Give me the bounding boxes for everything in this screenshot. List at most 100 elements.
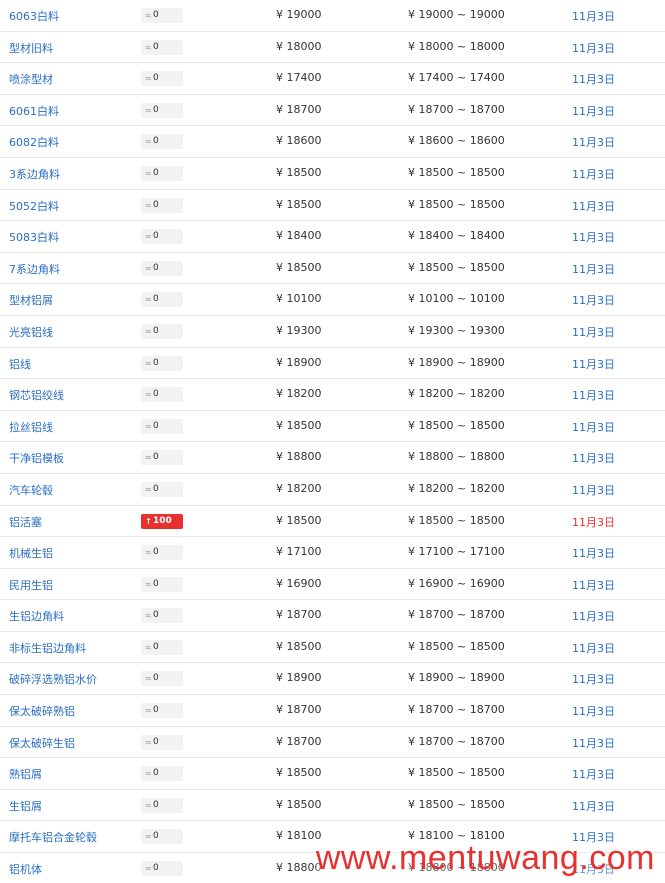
change-badge: ≈0	[141, 39, 183, 55]
change-value: 0	[153, 167, 159, 178]
price-date: 11月3日	[572, 483, 615, 497]
material-name-link[interactable]: 7系边角料	[9, 261, 60, 277]
price-date: 11月3日	[572, 167, 615, 181]
flat-change-icon: ≈	[145, 11, 152, 20]
change-badge: ≈0	[141, 766, 183, 782]
flat-change-icon: ≈	[145, 295, 152, 305]
change-badge: ≈0	[141, 481, 183, 497]
material-name-link[interactable]: 非标生铝边角料	[9, 640, 86, 656]
table-row: 保太破碎生铝 ≈0 ¥ 18700 ¥ 18700 ~ 18700 11月3日	[0, 726, 665, 759]
change-value: 0	[153, 736, 159, 747]
table-row: 干净铝模板 ≈0 ¥ 18800 ¥ 18800 ~ 18800 11月3日	[0, 442, 665, 474]
material-name-link[interactable]: 6082白料	[9, 134, 59, 150]
material-name-link[interactable]: 拉丝铝线	[9, 419, 53, 435]
price-range: ¥ 17400 ~ 17400	[408, 71, 505, 85]
change-badge: ≈0	[141, 323, 183, 339]
change-value: 0	[153, 389, 159, 400]
price-range: ¥ 18000 ~ 18000	[408, 39, 505, 53]
material-name-link[interactable]: 民用生铝	[9, 577, 53, 593]
table-row: 6063白料 ≈0 ¥ 19000 ¥ 19000 ~ 19000 11月3日	[0, 0, 665, 32]
material-name-link[interactable]: 6063白料	[9, 8, 59, 24]
flat-change-icon: ≈	[145, 611, 152, 621]
flat-change-icon: ≈	[145, 421, 152, 431]
price-date: 11月3日	[572, 231, 615, 245]
flat-change-icon: ≈	[145, 390, 152, 400]
change-badge: ≈0	[141, 450, 183, 466]
table-row: 5052白料 ≈0 ¥ 18500 ¥ 18500 ~ 18500 11月3日	[0, 189, 665, 222]
material-name-link[interactable]: 光亮铝线	[9, 324, 53, 340]
price-range: ¥ 18700 ~ 18700	[408, 102, 505, 116]
price-date: 11月3日	[572, 641, 615, 655]
flat-change-icon: ≈	[145, 263, 152, 273]
average-price: ¥ 18700	[276, 734, 322, 748]
price-date: 11月3日	[572, 136, 615, 150]
average-price: ¥ 18900	[276, 671, 322, 685]
change-badge: ≈0	[141, 639, 183, 655]
flat-change-icon: ≈	[145, 137, 152, 147]
price-date: 11月3日	[572, 768, 615, 782]
change-badge: ≈0	[141, 797, 183, 813]
material-name-link[interactable]: 喷涂型材	[9, 71, 53, 87]
price-date: 11月3日	[572, 389, 615, 403]
price-range: ¥ 18200 ~ 18200	[408, 387, 505, 401]
material-name-link[interactable]: 型材旧料	[9, 40, 53, 56]
price-date: 11月3日	[572, 10, 615, 23]
material-name-link[interactable]: 铝活塞	[9, 514, 42, 530]
change-badge: ≈0	[141, 734, 183, 750]
price-range: ¥ 19000 ~ 19000	[408, 8, 505, 21]
material-name-link[interactable]: 5083白料	[9, 229, 59, 245]
table-row: 6061白料 ≈0 ¥ 18700 ¥ 18700 ~ 18700 11月3日	[0, 94, 665, 127]
table-row: 生铝边角料 ≈0 ¥ 18700 ¥ 18700 ~ 18700 11月3日	[0, 600, 665, 632]
price-range: ¥ 18700 ~ 18700	[408, 608, 505, 622]
average-price: ¥ 10100	[276, 292, 322, 306]
price-date: 11月3日	[572, 262, 615, 276]
table-row: 机械生铝 ≈0 ¥ 17100 ¥ 17100 ~ 17100 11月3日	[0, 537, 665, 569]
material-name-link[interactable]: 保太破碎熟铝	[9, 703, 75, 719]
material-name-link[interactable]: 生铝屑	[9, 798, 42, 814]
price-date: 11月3日	[572, 452, 615, 466]
change-badge: ≈0	[141, 703, 183, 719]
material-name-link[interactable]: 5052白料	[9, 198, 59, 214]
price-range: ¥ 18500 ~ 18500	[408, 797, 505, 811]
change-value: 0	[153, 41, 159, 52]
change-badge: ≈0	[141, 102, 183, 118]
change-value: 0	[153, 578, 159, 589]
material-name-link[interactable]: 保太破碎生铝	[9, 735, 75, 751]
price-date: 11月3日	[572, 104, 615, 118]
flat-change-icon: ≈	[145, 579, 152, 589]
change-badge: ≈0	[141, 418, 183, 434]
table-row: 熟铝屑 ≈0 ¥ 18500 ¥ 18500 ~ 18500 11月3日	[0, 758, 665, 790]
change-value: 0	[153, 705, 159, 716]
material-name-link[interactable]: 破碎浮选熟铝水价	[9, 671, 97, 687]
average-price: ¥ 18000	[276, 39, 322, 53]
material-name-link[interactable]: 钢芯铝绞线	[9, 387, 64, 403]
material-name-link[interactable]: 铝线	[9, 356, 31, 372]
material-name-link[interactable]: 生铝边角料	[9, 608, 64, 624]
material-name-link[interactable]: 铝机体	[9, 861, 42, 877]
material-name-link[interactable]: 6061白料	[9, 103, 59, 119]
change-value: 0	[153, 325, 159, 336]
material-name-link[interactable]: 机械生铝	[9, 545, 53, 561]
change-value: 0	[153, 73, 159, 84]
material-name-link[interactable]: 汽车轮毂	[9, 482, 53, 498]
average-price: ¥ 18500	[276, 513, 322, 527]
change-value: 0	[153, 420, 159, 431]
average-price: ¥ 18600	[276, 134, 322, 148]
change-value: 0	[153, 799, 159, 810]
material-name-link[interactable]: 型材铝屑	[9, 292, 53, 308]
change-badge: ≈0	[141, 545, 183, 561]
change-value: 0	[153, 104, 159, 115]
average-price: ¥ 18500	[276, 418, 322, 432]
change-value: 0	[153, 673, 159, 684]
flat-change-icon: ≈	[145, 74, 152, 84]
table-row: 民用生铝 ≈0 ¥ 16900 ¥ 16900 ~ 16900 11月3日	[0, 568, 665, 601]
change-badge: ≈0	[141, 71, 183, 87]
material-name-link[interactable]: 干净铝模板	[9, 450, 64, 466]
change-badge: ≈0	[141, 165, 183, 181]
material-name-link[interactable]: 摩托车铝合金轮毂	[9, 829, 97, 845]
price-table-page: 6063白料 ≈0 ¥ 19000 ¥ 19000 ~ 19000 11月3日 型材旧料 ≈…	[0, 0, 665, 883]
change-value: 0	[153, 199, 159, 210]
material-name-link[interactable]: 3系边角料	[9, 166, 60, 182]
material-name-link[interactable]: 熟铝屑	[9, 766, 42, 782]
price-range: ¥ 18500 ~ 18500	[408, 766, 505, 780]
